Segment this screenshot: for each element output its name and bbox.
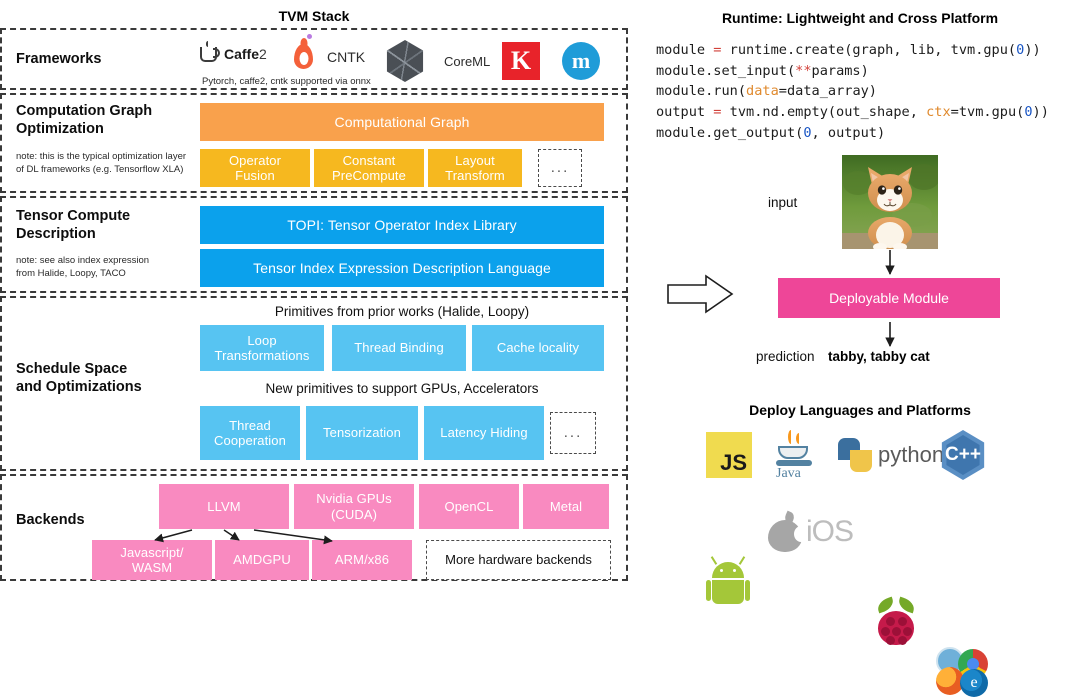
box-nvidia-gpus[interactable]: Nvidia GPUs (CUDA) [294, 484, 414, 529]
caffe2-version: 2 [259, 46, 267, 62]
layer-computation-graph-optimization: Computation Graph Optimization note: thi… [0, 93, 628, 193]
coreml-logo: CoreML [384, 40, 490, 82]
layer-cgo-note: note: this is the typical optimization l… [16, 151, 187, 175]
android-logo [706, 556, 750, 606]
box-metal[interactable]: Metal [523, 484, 609, 529]
box-cache-locality[interactable]: Cache locality [472, 325, 604, 371]
layer-backends: Backends LLVM Nvidia GPUs (CUDA) OpenCL … [0, 474, 628, 581]
browsers-logo: e [936, 647, 996, 697]
coffee-cup-icon [200, 40, 220, 62]
js-logo: JS [706, 432, 752, 478]
python-snake-icon [838, 438, 872, 472]
box-arm-x86[interactable]: ARM/x86 [312, 540, 412, 580]
caption-new-primitives: New primitives to support GPUs, Accelera… [265, 381, 539, 396]
box-javascript-wasm[interactable]: Javascript/ WASM [92, 540, 212, 580]
cntk-logo: CNTK [294, 34, 366, 69]
caffe2-label: Caffe [224, 46, 260, 62]
keras-square-icon: K [502, 42, 540, 80]
layer-tcd-label: Tensor Compute Description [16, 208, 131, 242]
box-operator-fusion[interactable]: Operator Fusion [200, 149, 310, 187]
deployable-module-box[interactable]: Deployable Module [778, 278, 1000, 318]
java-steam-icon-2 [796, 433, 802, 444]
python-label: python [878, 442, 945, 467]
layer-frameworks-label: Frameworks [16, 51, 102, 67]
cpp-label: C++ [945, 444, 981, 465]
cntk-label: CNTK [327, 48, 366, 65]
layer-backends-label: Backends [16, 512, 85, 528]
coreml-polygon-icon [386, 40, 424, 82]
box-constant-precompute[interactable]: Constant PreCompute [314, 149, 424, 187]
box-thread-binding[interactable]: Thread Binding [332, 325, 466, 371]
code-line-1: module = runtime.create(graph, lib, tvm.… [656, 42, 1041, 58]
mxnet-circle-icon: m [562, 42, 600, 80]
layer-tensor-compute-description: Tensor Compute Description note: see als… [0, 196, 628, 293]
layer-schedule-label: Schedule Space and Optimizations [16, 361, 142, 395]
flame-icon [294, 44, 313, 69]
box-loop-transformations[interactable]: Loop Transformations [200, 325, 324, 371]
java-label: Java [776, 466, 801, 481]
tvm-stack-title: TVM Stack [278, 8, 350, 24]
box-opencl[interactable]: OpenCL [419, 484, 519, 529]
code-line-4: output = tvm.nd.empty(out_shape, ctx=tvm… [656, 103, 1049, 120]
box-more-primitives[interactable]: ... [550, 412, 596, 454]
edge-icon: e [960, 669, 988, 697]
java-steam-icon [788, 430, 794, 444]
prediction-value: tabby, tabby cat [828, 349, 930, 364]
python-logo: python [838, 438, 944, 472]
box-topi[interactable]: TOPI: Tensor Operator Index Library [200, 206, 604, 244]
box-thread-cooperation[interactable]: Thread Cooperation [200, 406, 300, 460]
box-latency-hiding[interactable]: Latency Hiding [424, 406, 544, 460]
box-more-graph-opts[interactable]: ... [538, 149, 582, 187]
box-amdgpu[interactable]: AMDGPU [215, 540, 309, 580]
box-tensor-index-expression[interactable]: Tensor Index Expression Description Lang… [200, 249, 604, 287]
code-line-3: module.run(data=data_array) [656, 83, 877, 100]
deploy-title: Deploy Languages and Platforms [749, 402, 971, 418]
runtime-code-block[interactable]: module = runtime.create(graph, lib, tvm.… [656, 40, 1049, 143]
box-tensorization[interactable]: Tensorization [306, 406, 418, 460]
box-more-hardware-backends[interactable]: More hardware backends [426, 540, 611, 580]
java-logo: Java [774, 430, 816, 481]
android-antenna-right-icon [738, 556, 746, 565]
android-antenna-left-icon [710, 556, 718, 565]
pipeline-arrows [667, 250, 895, 347]
js-square-icon: JS [706, 432, 752, 478]
tvm-stack-diagram: Frameworks Caffe 2 CNTK CoreML K m Pytor… [0, 28, 628, 584]
layer-cgo-label: Computation Graph Optimization [16, 103, 153, 137]
layer-frameworks: Frameworks Caffe 2 CNTK CoreML K m Pytor… [0, 28, 628, 90]
prediction-label: prediction [756, 349, 815, 364]
box-llvm[interactable]: LLVM [159, 484, 289, 529]
ios-logo: iOS [768, 510, 854, 552]
flame-spark-icon [307, 34, 312, 39]
layer-schedule-space: Schedule Space and Optimizations Primiti… [0, 296, 628, 471]
box-computational-graph[interactable]: Computational Graph [200, 103, 604, 141]
caption-primitives-prior-works: Primitives from prior works (Halide, Loo… [274, 304, 530, 319]
ios-label: iOS [806, 515, 854, 548]
mxnet-logo: m [562, 42, 600, 80]
coreml-label: CoreML [444, 53, 491, 69]
keras-logo: K [502, 42, 540, 80]
cpp-logo: C++ [940, 430, 986, 480]
runtime-title: Runtime: Lightweight and Cross Platform [721, 10, 999, 26]
raspberry-pi-logo [872, 596, 920, 647]
java-cup-icon [778, 446, 808, 459]
caffe2-logo: Caffe 2 [200, 40, 267, 62]
code-line-2: module.set_input(**params) [656, 62, 869, 79]
frameworks-onnx-note: Pytorch, caffe2, cntk supported via onnx [202, 76, 371, 87]
runtime-panel: Runtime: Lightweight and Cross Platform … [640, 0, 1080, 697]
code-line-5: module.get_output(0, output) [656, 124, 886, 141]
box-layout-transform[interactable]: Layout Transform [428, 149, 522, 187]
apple-icon [768, 510, 808, 552]
android-body-icon [712, 580, 744, 604]
layer-tcd-note: note: see also index expression from Hal… [16, 255, 150, 279]
cpp-hexagon-icon: C++ [941, 430, 985, 480]
